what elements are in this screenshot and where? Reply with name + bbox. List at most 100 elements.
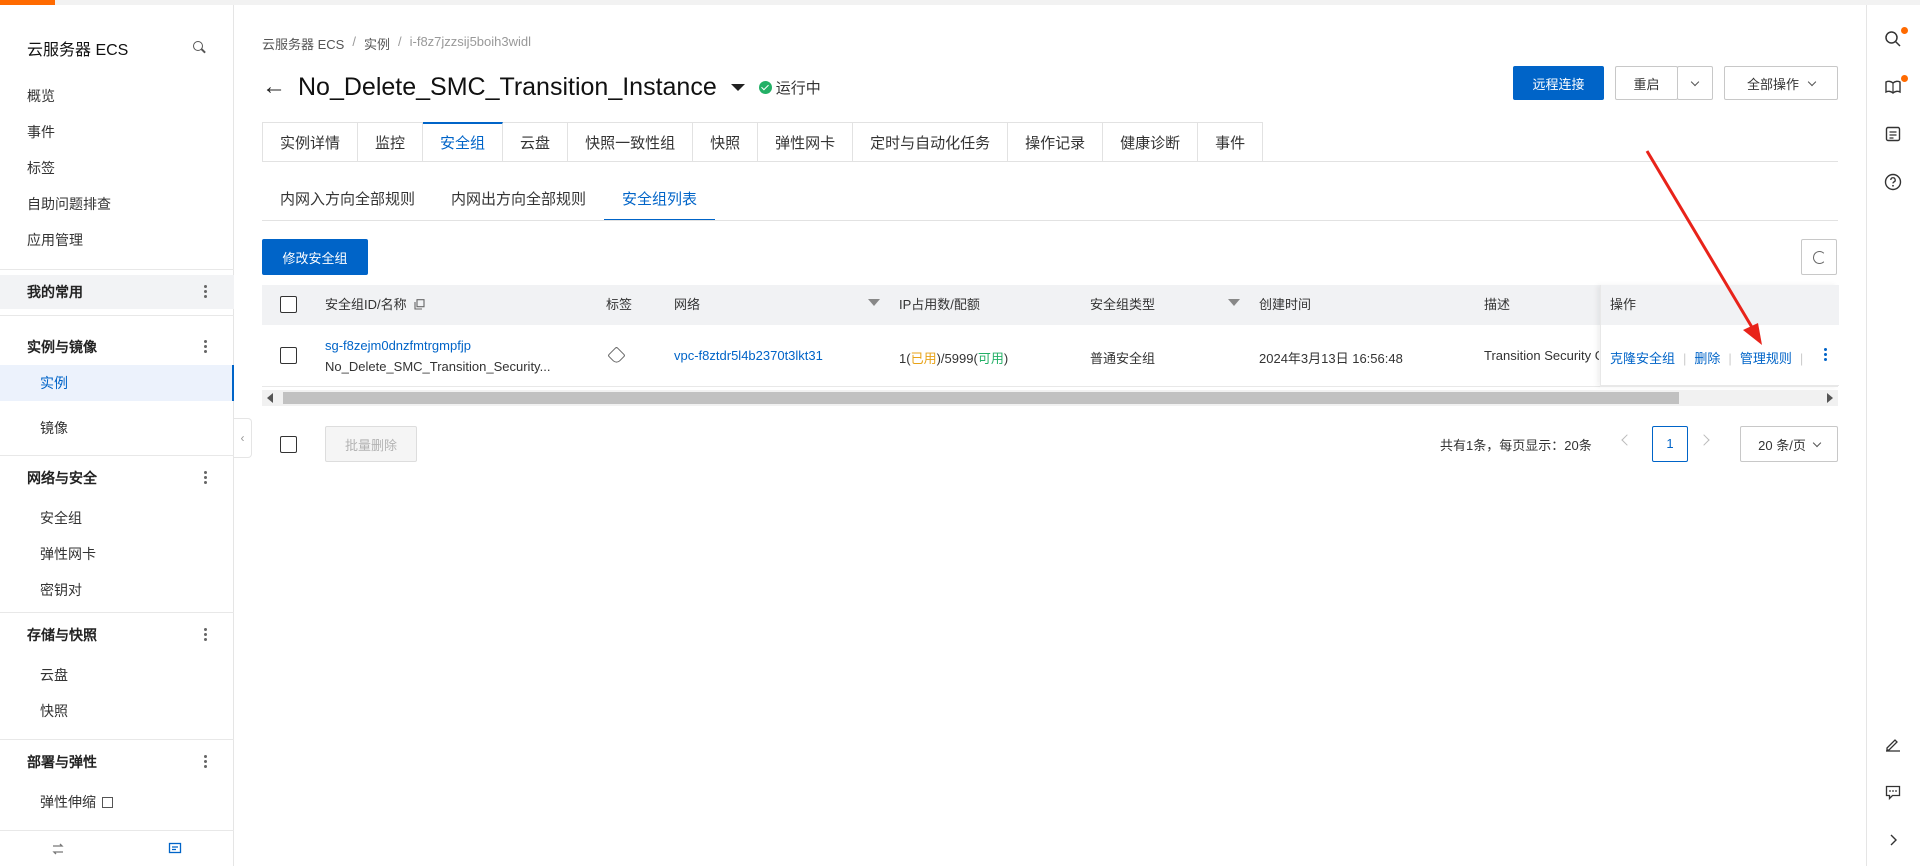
more-icon[interactable] [203,471,207,485]
tab-operation-logs[interactable]: 操作记录 [1008,122,1104,162]
page-number-current[interactable]: 1 [1652,426,1688,462]
book-icon[interactable] [1884,75,1908,98]
select-all-checkbox[interactable] [280,296,297,313]
sidebar-group-instances-images[interactable]: 实例与镜像 [0,330,234,364]
sidebar-item-security-groups[interactable]: 安全组 [40,508,82,528]
status-check-icon [758,80,772,94]
top-strip [0,0,1920,5]
breadcrumb-instances[interactable]: 实例 [364,34,390,53]
tabs-divider [262,161,1838,162]
tab-health-diagnosis[interactable]: 健康诊断 [1103,122,1199,162]
tab-instance-details[interactable]: 实例详情 [262,122,359,162]
column-header-label: 安全组ID/名称 [325,297,407,312]
copy-icon[interactable] [414,299,425,310]
scroll-right-icon[interactable] [1827,393,1833,403]
breadcrumb-separator: / [352,34,356,49]
sidebar-group-deploy-elastic[interactable]: 部署与弹性 [0,745,234,779]
caret-down-icon[interactable] [730,83,745,91]
tab-snapshots[interactable]: 快照 [693,122,759,162]
sidebar-item-images[interactable]: 镜像 [40,418,68,438]
row-checkbox[interactable] [280,347,297,364]
sidebar-item-label: 实例 [40,375,68,391]
clone-security-group-link[interactable]: 克隆安全组 [1610,351,1675,366]
subtab-outbound-rules[interactable]: 内网出方向全部规则 [433,186,604,221]
manage-rules-link[interactable]: 管理规则 [1740,351,1792,366]
notes-icon[interactable] [1884,125,1904,145]
subtab-security-group-list[interactable]: 安全组列表 [604,186,716,221]
tab-disks[interactable]: 云盘 [503,122,569,162]
page-title: No_Delete_SMC_Transition_Instance [298,72,717,101]
modify-security-group-button[interactable]: 修改安全组 [262,239,368,275]
ip-usage: 1(已用)/5999(可用) [899,351,1009,366]
switch-icon[interactable] [51,842,65,856]
back-arrow-icon[interactable]: ← [262,73,286,101]
refresh-icon[interactable] [1801,239,1837,275]
horizontal-scrollbar[interactable] [262,390,1838,406]
more-icon[interactable] [203,628,207,642]
tab-security-groups[interactable]: 安全组 [423,122,504,162]
restart-dropdown-button[interactable] [1677,66,1713,100]
security-group-id-link[interactable]: sg-f8zejm0dnzfmtrgmpfjp [325,338,471,353]
search-icon[interactable] [1884,27,1908,50]
sidebar-item-overview[interactable]: 概览 [27,86,55,106]
status-badge: 运行中 [775,79,821,97]
sidebar-item-keypairs[interactable]: 密钥对 [40,580,82,600]
sidebar-item-tags[interactable]: 标签 [27,158,55,178]
remote-connect-button[interactable]: 远程连接 [1513,66,1604,100]
group-label: 实例与镜像 [27,339,97,355]
sidebar-item-events[interactable]: 事件 [27,122,55,142]
restart-button[interactable]: 重启 [1615,66,1678,100]
more-icon[interactable] [203,340,207,354]
breadcrumb: 云服务器 ECS / 实例 / i-f8z7jzzsij5boih3widl [262,34,531,53]
tab-eni[interactable]: 弹性网卡 [758,122,854,162]
all-actions-button[interactable]: 全部操作 [1724,66,1838,100]
sidebar-group-network-security[interactable]: 网络与安全 [0,461,234,495]
prev-page-icon[interactable] [1621,434,1633,446]
page-size-select[interactable]: 20 条/页 [1740,426,1838,462]
scrollbar-thumb[interactable] [283,392,1679,404]
collapse-sidebar-button[interactable]: ‹ [234,418,252,458]
more-actions-icon[interactable] [1823,348,1827,362]
feedback-icon[interactable] [1884,783,1904,803]
instance-tabs: 实例详情 监控 安全组 云盘 快照一致性组 快照 弹性网卡 定时与自动化任务 操… [262,122,1264,162]
all-actions-label: 全部操作 [1746,76,1799,92]
ip-used-label: 已用 [910,351,937,366]
filter-icon[interactable] [1228,299,1240,306]
column-header-type: 安全组类型 [1090,297,1156,312]
chevron-down-icon [1812,438,1822,447]
expand-icon[interactable] [1884,831,1904,851]
tag-icon[interactable] [607,346,626,365]
sidebar-group-storage-snapshots[interactable]: 存储与快照 [0,618,234,652]
help-icon[interactable] [1884,173,1904,193]
edit-icon[interactable] [1884,735,1904,755]
filter-icon[interactable] [868,299,880,306]
more-icon[interactable] [203,755,207,769]
tab-monitoring[interactable]: 监控 [358,122,424,162]
breadcrumb-instance-id: i-f8z7jzzsij5boih3widl [409,34,531,49]
more-icon[interactable] [203,285,207,299]
sidebar-item-auto-scaling[interactable]: 弹性伸缩 [40,792,113,812]
tab-events[interactable]: 事件 [1198,122,1264,162]
sidebar-item-troubleshoot[interactable]: 自助问题排查 [27,194,111,214]
batch-delete-button[interactable]: 批量删除 [325,426,417,462]
message-icon[interactable] [168,842,182,856]
scroll-left-icon[interactable] [267,393,273,403]
group-label: 网络与安全 [27,470,97,486]
breadcrumb-ecs[interactable]: 云服务器 ECS [262,34,344,53]
sidebar-item-instances[interactable]: 实例 [0,365,234,401]
next-page-icon[interactable] [1698,434,1710,446]
vpc-link[interactable]: vpc-f8ztdr5l4b2370t3lkt31 [674,348,823,363]
sidebar-item-app-management[interactable]: 应用管理 [27,230,83,250]
tab-scheduled-tasks[interactable]: 定时与自动化任务 [853,122,1009,162]
search-icon[interactable] [193,41,207,55]
sidebar-item-snapshots[interactable]: 快照 [40,701,68,721]
sidebar-item-eni[interactable]: 弹性网卡 [40,544,96,564]
sidebar-item-disks[interactable]: 云盘 [40,665,68,685]
column-header-created: 创建时间 [1259,297,1312,312]
delete-link[interactable]: 删除 [1694,351,1720,366]
sidebar-footer [0,830,234,866]
tab-snapshot-consistency-groups[interactable]: 快照一致性组 [568,122,694,162]
subtab-inbound-rules[interactable]: 内网入方向全部规则 [262,186,433,221]
footer-select-all-checkbox[interactable] [280,436,297,453]
sidebar-group-favorites[interactable]: 我的常用 [0,275,234,309]
